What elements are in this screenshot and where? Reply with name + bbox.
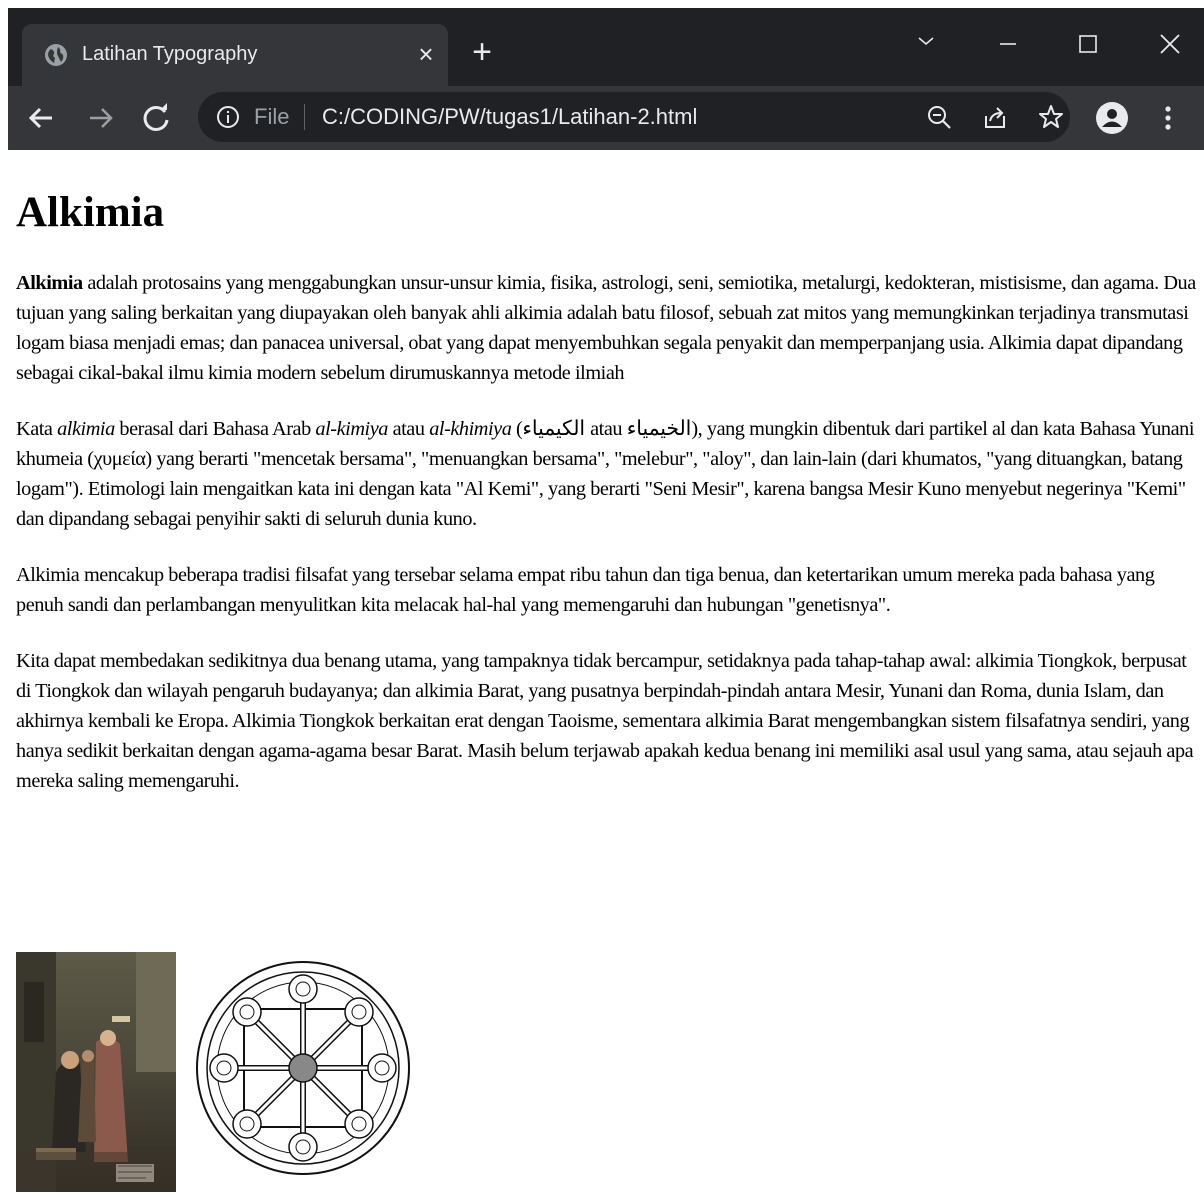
alchemist-painting-image: [16, 952, 176, 1192]
bold-term: Alkimia: [16, 272, 83, 294]
address-bar[interactable]: File C:/CODING/PW/tugas1/Latihan-2.html: [198, 92, 1070, 142]
reload-icon[interactable]: [136, 98, 176, 138]
minimize-icon[interactable]: [978, 18, 1038, 64]
url-scheme-label: File: [254, 104, 290, 129]
tab-search-icon[interactable]: [896, 18, 956, 64]
person-icon: [1102, 109, 1122, 127]
page-content: Alkimia Alkimia adalah protosains yang m…: [16, 150, 1200, 796]
p2-text-3: atau: [387, 418, 430, 440]
browser-chrome: Latihan Typography × + File C:/CODING/PW…: [8, 8, 1204, 150]
p2-italic-3: al-khimiya: [429, 418, 512, 440]
alchemical-wheel-diagram-image: [196, 961, 410, 1175]
forward-icon[interactable]: [80, 98, 120, 138]
page-title: Alkimia: [16, 189, 165, 236]
bookmark-star-icon[interactable]: [1038, 104, 1064, 130]
paragraph-1-text: adalah protosains yang menggabungkan uns…: [16, 272, 1196, 384]
paragraph-2: Kata alkimia berasal dari Bahasa Arab al…: [16, 414, 1200, 534]
paragraph-4: Kita dapat membedakan sedikitnya dua ben…: [16, 650, 1194, 792]
tab-title: Latihan Typography: [82, 43, 258, 65]
paragraph-1: Alkimia adalah protosains yang menggabun…: [16, 268, 1200, 388]
tab-strip: Latihan Typography × +: [8, 8, 1204, 86]
zoom-out-icon[interactable]: [926, 104, 952, 130]
paragraph-3: Alkimia mencakup beberapa tradisi filsaf…: [16, 564, 1155, 616]
info-icon[interactable]: [216, 105, 240, 129]
p2-text-1: Kata: [16, 418, 58, 440]
tab-latihan-typography[interactable]: Latihan Typography ×: [22, 24, 448, 86]
close-tab-button[interactable]: ×: [408, 36, 444, 72]
maximize-icon[interactable]: [1058, 18, 1118, 64]
globe-icon: [45, 44, 67, 66]
more-menu-icon[interactable]: [1158, 102, 1178, 134]
profile-avatar[interactable]: [1096, 102, 1128, 134]
p2-italic-1: alkimia: [57, 418, 115, 440]
p2-text-2: berasal dari Bahasa Arab: [114, 418, 316, 440]
share-icon[interactable]: [982, 104, 1008, 130]
close-window-icon[interactable]: [1140, 18, 1200, 64]
omnibox-divider: [304, 104, 305, 130]
p2-italic-2: al-kimiya: [315, 418, 388, 440]
toolbar: File C:/CODING/PW/tugas1/Latihan-2.html: [8, 86, 1204, 150]
back-icon[interactable]: [22, 98, 62, 138]
new-tab-button[interactable]: +: [464, 34, 500, 70]
url-text[interactable]: C:/CODING/PW/tugas1/Latihan-2.html: [322, 103, 697, 131]
